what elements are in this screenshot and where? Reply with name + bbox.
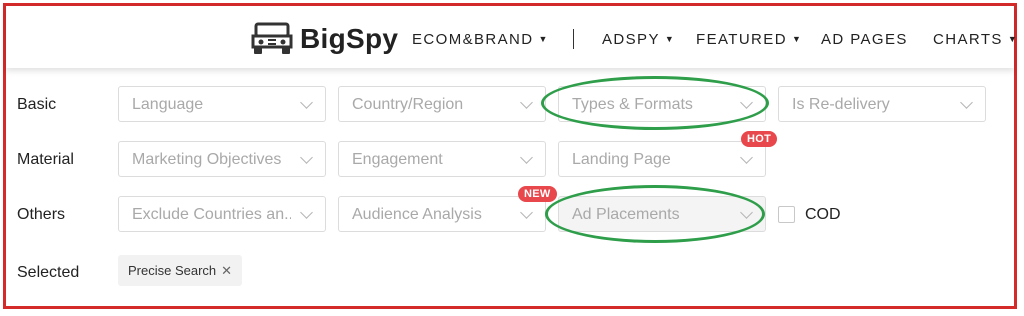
caret-down-icon: ▼ [664,34,676,44]
audience-placeholder: Audience Analysis [352,206,482,223]
types-placeholder: Types & Formats [572,96,693,113]
nav-charts[interactable]: CHARTS ▼ [933,31,1018,48]
nav-charts-label: CHARTS [933,31,1003,48]
language-placeholder: Language [132,96,204,113]
chevron-down-icon [520,151,533,164]
top-navbar: BigSpy ECOM&BRAND ▼ ADSPY ▼ FEATURED ▼ AD P… [6,6,1017,68]
caret-down-icon: ▼ [538,34,549,44]
row-label-basic: Basic [17,96,57,113]
chevron-down-icon [740,96,753,109]
audience-analysis-select[interactable]: Audience Analysis [338,196,546,232]
re-delivery-select[interactable]: Is Re-delivery [778,86,986,122]
types-formats-select[interactable]: Types & Formats [558,86,766,122]
chevron-down-icon [300,96,313,109]
chevron-down-icon [520,96,533,109]
row-label-others: Others [17,206,66,223]
engagement-placeholder: Engagement [352,151,443,168]
nav-divider [573,29,574,49]
chevron-down-icon [300,151,313,164]
row-label-material: Material [17,151,74,168]
chevron-down-icon [740,151,753,164]
cod-checkbox[interactable] [778,206,795,223]
nav-adpages-label: AD PAGES [821,31,908,48]
chevron-down-icon [740,206,753,219]
chevron-down-icon [960,96,973,109]
jeep-logo-icon [251,22,293,54]
country-placeholder: Country/Region [352,96,464,113]
marketing-objectives-select[interactable]: Marketing Objectives [118,141,326,177]
exclude-placeholder: Exclude Countries an... [132,206,291,223]
close-icon[interactable]: ✕ [221,263,232,279]
caret-down-icon: ▼ [791,34,803,44]
hot-badge: HOT [741,131,778,147]
new-badge: NEW [518,186,557,202]
nav-adspy-label: ADSPY [602,31,660,48]
language-select[interactable]: Language [118,86,326,122]
brand-logo[interactable]: BigSpy [250,21,398,57]
nav-featured-label: FEATURED [696,31,787,48]
chevron-down-icon [520,206,533,219]
cod-label[interactable]: COD [805,206,841,224]
nav-adspy[interactable]: ADSPY ▼ [602,31,675,48]
nav-featured[interactable]: FEATURED ▼ [696,31,802,48]
redelivery-placeholder: Is Re-delivery [792,96,890,113]
engagement-select[interactable]: Engagement [338,141,546,177]
row-label-selected: Selected [17,264,80,281]
ad-placements-select[interactable]: Ad Placements [558,196,766,232]
country-region-select[interactable]: Country/Region [338,86,546,122]
nav-ecom-label: ECOM&BRAND [412,31,534,48]
tag-label: Precise Search [128,263,217,278]
exclude-countries-select[interactable]: Exclude Countries an... [118,196,326,232]
objectives-placeholder: Marketing Objectives [132,151,282,168]
nav-ad-pages[interactable]: AD PAGES [821,31,908,48]
chevron-down-icon [300,206,313,219]
placements-placeholder: Ad Placements [572,206,680,223]
landing-page-select[interactable]: Landing Page [558,141,766,177]
brand-name: BigSpy [300,23,399,54]
precise-search-tag: Precise Search ✕ [118,255,243,286]
nav-ecom-brand[interactable]: ECOM&BRAND ▼ [412,31,549,48]
caret-down-icon: ▼ [1007,34,1019,44]
landing-placeholder: Landing Page [572,151,671,168]
